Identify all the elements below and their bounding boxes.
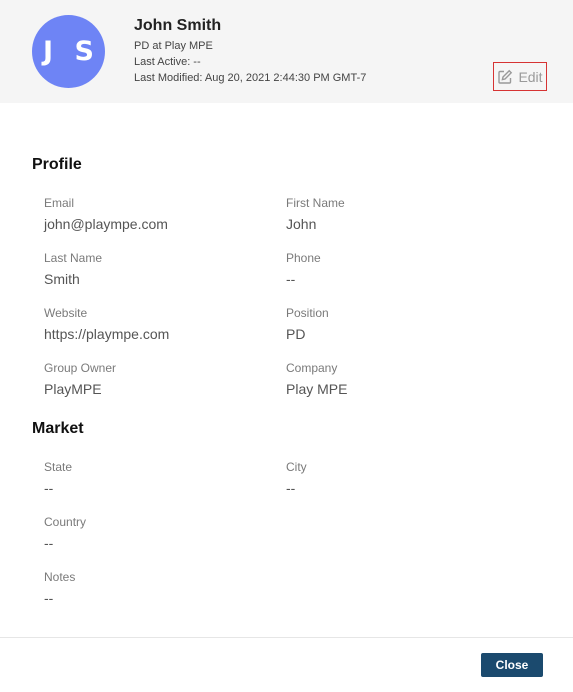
footer-divider <box>0 637 573 638</box>
field-value: -- <box>44 535 54 551</box>
edit-button[interactable]: Edit <box>493 62 547 91</box>
state-field: State -- <box>44 459 274 497</box>
field-label: Email <box>44 196 75 210</box>
field-value: -- <box>286 480 296 496</box>
position-field: Position PD <box>286 305 516 343</box>
field-value: -- <box>44 590 54 606</box>
notes-field: Notes -- <box>44 569 274 607</box>
field-label: City <box>286 460 307 474</box>
avatar: J S <box>32 15 105 88</box>
field-label: Group Owner <box>44 361 117 375</box>
field-label: Notes <box>44 570 76 584</box>
field-label: Last Name <box>44 251 103 265</box>
field-value: https://plaympe.com <box>44 326 170 342</box>
phone-field: Phone -- <box>286 250 516 288</box>
contact-header: J S John Smith PD at Play MPE Last Activ… <box>0 0 573 103</box>
field-value: John <box>286 216 317 232</box>
close-button[interactable]: Close <box>481 653 543 677</box>
edit-label: Edit <box>518 68 543 85</box>
contact-name: John Smith <box>134 17 222 34</box>
field-label: First Name <box>286 196 345 210</box>
field-value: -- <box>286 271 296 287</box>
field-label: Phone <box>286 251 321 265</box>
field-value: -- <box>44 480 54 496</box>
field-value: Play MPE <box>286 381 348 397</box>
field-label: Position <box>286 306 329 320</box>
last-active: Last Active: -- <box>134 56 201 68</box>
field-value: PlayMPE <box>44 381 102 397</box>
last-modified: Last Modified: Aug 20, 2021 2:44:30 PM G… <box>134 72 367 84</box>
contact-details-dialog: J S John Smith PD at Play MPE Last Activ… <box>0 0 573 692</box>
last-name-field: Last Name Smith <box>44 250 274 288</box>
field-value: PD <box>286 326 306 342</box>
field-label: Company <box>286 361 338 375</box>
profile-section-title: Profile <box>32 156 82 173</box>
first-name-field: First Name John <box>286 195 516 233</box>
avatar-initials: J S <box>43 36 100 67</box>
city-field: City -- <box>286 459 516 497</box>
contact-subtitle: PD at Play MPE <box>134 40 213 52</box>
field-label: Country <box>44 515 87 529</box>
field-value: john@plaympe.com <box>44 216 168 232</box>
field-label: State <box>44 460 73 474</box>
edit-icon <box>497 69 513 85</box>
market-section-title: Market <box>32 420 84 437</box>
group-owner-field: Group Owner PlayMPE <box>44 360 274 398</box>
field-label: Website <box>44 306 88 320</box>
country-field: Country -- <box>44 514 274 552</box>
company-field: Company Play MPE <box>286 360 516 398</box>
field-value: Smith <box>44 271 80 287</box>
email-field: Email john@plaympe.com <box>44 195 274 233</box>
website-field: Website https://plaympe.com <box>44 305 274 343</box>
